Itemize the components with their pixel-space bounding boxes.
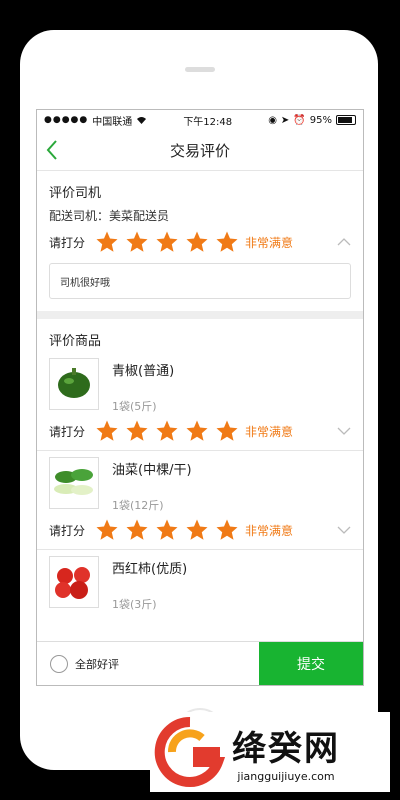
product-stars — [95, 419, 239, 443]
app-screen: ●●●●● 中国联通 下午12:48 ◉ ➤ ⏰ 95% 交易评价 评价司机 配… — [36, 109, 364, 686]
bok-choy-image — [49, 457, 99, 509]
green-pepper-image — [49, 358, 99, 410]
product-row: 油菜(中棵/干) 1袋(12斤) — [37, 457, 363, 515]
back-arrow-icon[interactable] — [45, 138, 59, 162]
product-name: 青椒(普通) — [112, 364, 175, 379]
rating-text: 非常满意 — [245, 424, 294, 439]
phone-speaker — [185, 67, 215, 72]
status-bar: ●●●●● 中国联通 下午12:48 ◉ ➤ ⏰ 95% — [37, 110, 363, 130]
star-icon[interactable] — [95, 230, 119, 254]
watermark-url: jiangguijiuye.com — [237, 770, 335, 783]
star-icon[interactable] — [185, 518, 209, 542]
product-rating-row: 请打分 非常满意 — [37, 416, 363, 446]
star-icon[interactable] — [95, 419, 119, 443]
radio-icon[interactable] — [50, 654, 68, 673]
products-section-title: 评价商品 — [49, 334, 102, 349]
nav-bar: 交易评价 — [37, 130, 363, 171]
star-icon[interactable] — [125, 419, 149, 443]
rating-label: 请打分 — [49, 523, 86, 538]
location-icon: ➤ — [280, 114, 290, 126]
list-item: 西红柿(优质) 1袋(3斤) — [37, 556, 363, 614]
chevron-up-icon[interactable] — [337, 235, 351, 249]
driver-section-title: 评价司机 — [49, 186, 102, 201]
page-title: 交易评价 — [169, 141, 230, 160]
alarm-icon: ⏰ — [293, 114, 306, 126]
signal-icon: ●●●●● — [44, 115, 89, 125]
product-row: 西红柿(优质) 1袋(3斤) — [37, 556, 363, 614]
driver-rating-row: 请打分 非常满意 — [37, 227, 363, 257]
rating-text: 非常满意 — [245, 235, 294, 250]
battery-percent: 95% — [309, 114, 332, 126]
all-good-label: 全部好评 — [75, 657, 119, 671]
rating-label: 请打分 — [49, 235, 86, 250]
submit-button[interactable]: 提交 — [259, 642, 363, 685]
divider — [37, 549, 363, 550]
watermark: 绛癸网 jiangguijiuye.com — [150, 712, 390, 792]
star-icon[interactable] — [155, 518, 179, 542]
wifi-icon — [137, 116, 147, 124]
chevron-down-icon[interactable] — [337, 523, 351, 537]
star-icon[interactable] — [215, 419, 239, 443]
star-icon[interactable] — [215, 518, 239, 542]
product-quantity: 1袋(3斤) — [112, 598, 157, 611]
driver-comment-input[interactable]: 司机很好哦 — [49, 263, 351, 299]
star-icon[interactable] — [185, 230, 209, 254]
divider — [37, 450, 363, 451]
star-icon[interactable] — [215, 230, 239, 254]
carrier: 中国联通 — [92, 116, 133, 128]
product-quantity: 1袋(12斤) — [112, 499, 164, 512]
product-stars — [95, 518, 239, 542]
star-icon[interactable] — [185, 419, 209, 443]
bottom-bar: 全部好评 提交 — [37, 641, 363, 685]
star-icon[interactable] — [125, 230, 149, 254]
battery-icon — [336, 115, 356, 125]
product-name: 西红柿(优质) — [112, 562, 188, 577]
tomato-image — [49, 556, 99, 608]
list-item: 青椒(普通) 1袋(5斤) 请打分 非常满意 — [37, 358, 363, 451]
list-item: 油菜(中棵/干) 1袋(12斤) 请打分 非常满意 — [37, 457, 363, 550]
star-icon[interactable] — [125, 518, 149, 542]
watermark-logo-icon — [154, 716, 226, 787]
chevron-down-icon[interactable] — [337, 424, 351, 438]
driver-stars — [95, 230, 239, 254]
all-good-toggle[interactable]: 全部好评 — [37, 642, 259, 685]
star-icon[interactable] — [95, 518, 119, 542]
star-icon[interactable] — [155, 230, 179, 254]
product-name: 油菜(中棵/干) — [112, 463, 192, 478]
rating-text: 非常满意 — [245, 523, 294, 538]
driver-section: 评价司机 配送司机：美菜配送员 请打分 非常满意 司机很好哦 — [37, 171, 363, 319]
watermark-text: 绛癸网 — [232, 729, 340, 769]
products-section: 评价商品 青椒(普通) 1袋(5斤) 请打分 非常满意 油菜(中棵/干) 1袋(… — [37, 319, 363, 614]
lock-rotation-icon: ◉ — [268, 114, 277, 126]
product-quantity: 1袋(5斤) — [112, 400, 157, 413]
product-rating-row: 请打分 非常满意 — [37, 515, 363, 545]
product-row: 青椒(普通) 1袋(5斤) — [37, 358, 363, 416]
rating-label: 请打分 — [49, 424, 86, 439]
driver-name: 配送司机：美菜配送员 — [49, 209, 170, 223]
clock: 下午12:48 — [183, 116, 233, 128]
section-divider — [37, 311, 363, 319]
star-icon[interactable] — [155, 419, 179, 443]
